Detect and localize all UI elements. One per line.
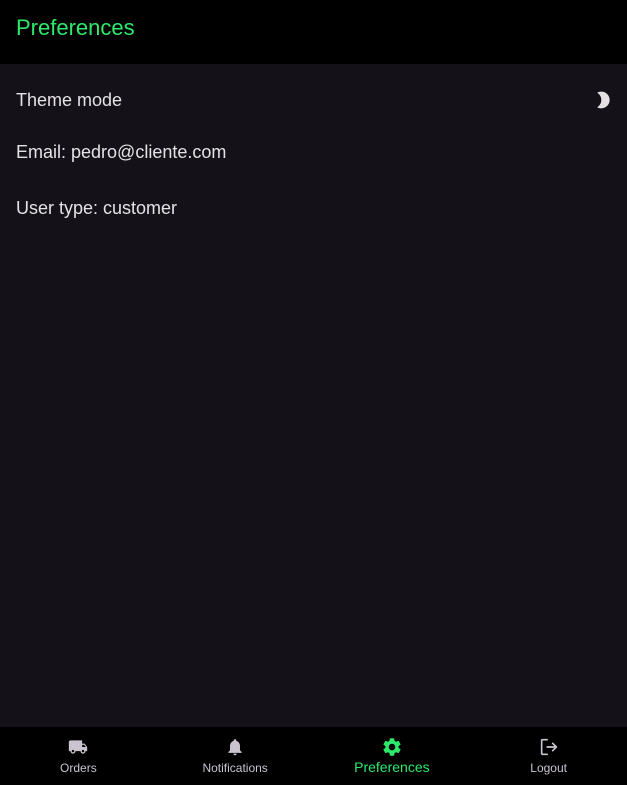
nav-label-notifications: Notifications	[202, 761, 268, 775]
nav-item-notifications[interactable]: Notifications	[157, 727, 314, 785]
bell-icon	[223, 736, 247, 758]
bottom-navigation: Orders Notifications Preferences Logout	[0, 727, 627, 785]
page-title: Preferences	[16, 15, 135, 40]
email-text: Email: pedro@cliente.com	[16, 142, 227, 162]
nav-item-orders[interactable]: Orders	[0, 727, 157, 785]
theme-toggle-button[interactable]	[591, 88, 615, 112]
nav-label-preferences: Preferences	[354, 759, 430, 775]
user-type-text: User type: customer	[16, 198, 178, 218]
theme-mode-label: Theme mode	[16, 89, 123, 110]
nav-label-logout: Logout	[530, 761, 567, 775]
theme-mode-row: Theme mode	[16, 88, 611, 112]
nav-item-logout[interactable]: Logout	[470, 727, 627, 785]
moon-icon	[597, 91, 610, 109]
nav-label-orders: Orders	[60, 761, 97, 775]
preferences-content: Theme mode Email: pedro@cliente.com User…	[0, 64, 627, 727]
truck-icon	[66, 736, 90, 758]
gear-icon	[380, 736, 404, 758]
nav-item-preferences[interactable]: Preferences	[314, 727, 471, 785]
logout-icon	[537, 736, 561, 758]
app-bar: Preferences	[0, 0, 627, 64]
